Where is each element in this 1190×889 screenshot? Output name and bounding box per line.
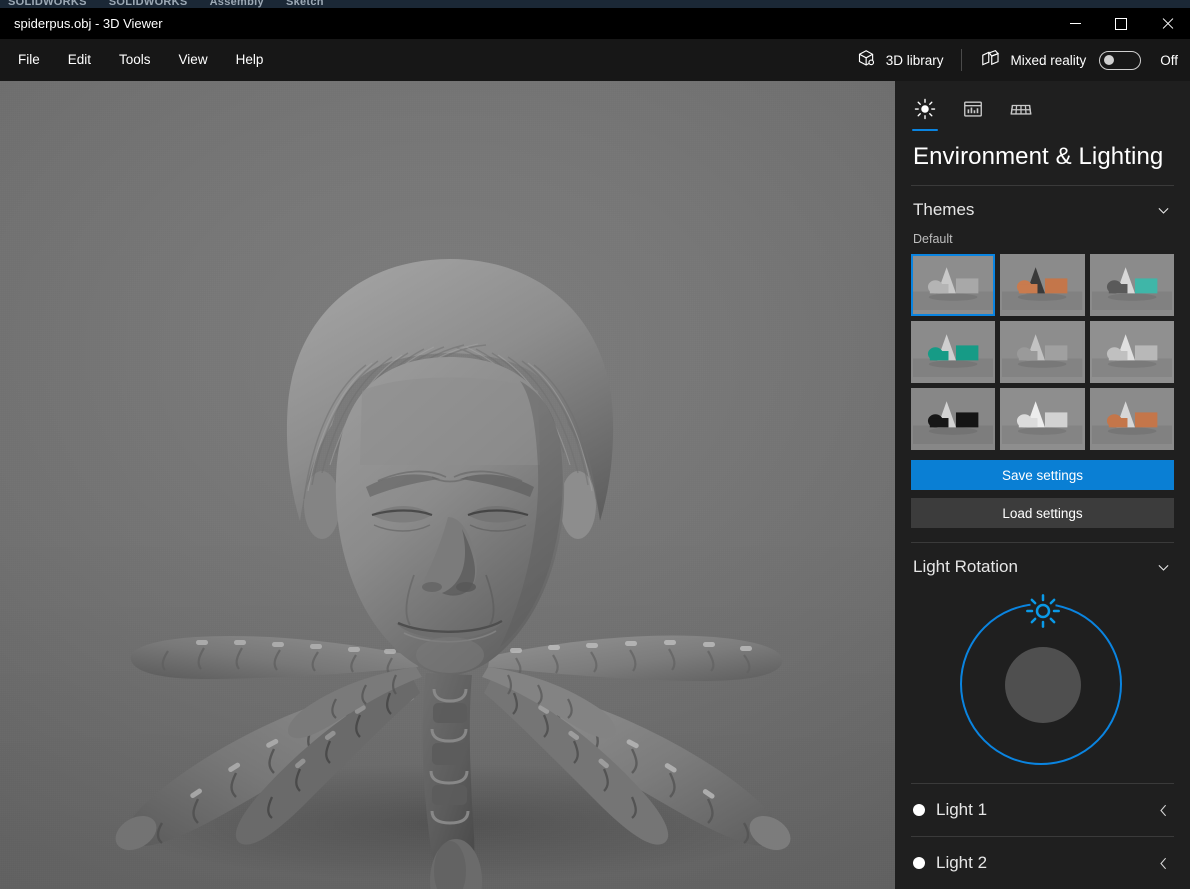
load-settings-button[interactable]: Load settings: [911, 498, 1174, 528]
settings-buttons: Save settings Load settings: [895, 450, 1190, 528]
theme-thumbnail[interactable]: [1089, 254, 1174, 316]
tab-grid-floor[interactable]: [999, 97, 1043, 131]
tab-active-indicator: [912, 129, 938, 131]
chevron-down-icon[interactable]: [1155, 559, 1172, 576]
light-rotation-dial[interactable]: [958, 594, 1128, 767]
chevron-left-icon[interactable]: [1155, 855, 1172, 872]
light-name: Light 1: [936, 800, 988, 819]
light-rotation-section-header[interactable]: Light Rotation: [895, 543, 1190, 587]
command-bar-right: 3D library Mixed reality Off: [844, 39, 1190, 81]
themes-section-header[interactable]: Themes: [895, 186, 1190, 230]
light-row-left: Light 1: [913, 800, 987, 820]
background-window-ribbon-tabs: SOLIDWORKS SOLIDWORKS Assembly Sketch: [8, 0, 324, 8]
minimize-button[interactable]: [1052, 8, 1098, 39]
chart-panel-icon: [962, 97, 984, 121]
mixed-reality-toggle[interactable]: [1099, 50, 1142, 70]
title-bar[interactable]: spiderpus.obj - 3D Viewer: [0, 8, 1190, 39]
close-button[interactable]: [1144, 8, 1190, 39]
sun-icon: [914, 97, 936, 121]
menu-items: File Edit Tools View Help: [0, 39, 277, 81]
cube-3d-icon: [856, 48, 877, 72]
mixed-reality-control[interactable]: Mixed reality Off: [968, 39, 1190, 81]
theme-thumbnail[interactable]: [911, 254, 996, 316]
close-icon: [1162, 18, 1173, 29]
maximize-icon: [1115, 17, 1127, 30]
chevron-left-icon[interactable]: [1155, 802, 1172, 819]
tab-indicator: [1008, 129, 1034, 131]
theme-thumbnail[interactable]: [1000, 321, 1085, 383]
light-row-left: Light 2: [913, 853, 987, 873]
menu-bar: File Edit Tools View Help 3D library Mix…: [0, 39, 1190, 81]
3d-model-spiderpus[interactable]: [0, 81, 895, 889]
light-rotation-heading: Light Rotation: [913, 557, 1018, 576]
theme-thumbnail[interactable]: [1000, 254, 1085, 316]
panel-tab-strip: [895, 81, 1190, 131]
grid-icon: [1010, 97, 1032, 121]
3d-viewport[interactable]: [0, 81, 895, 889]
menu-help[interactable]: Help: [222, 39, 278, 81]
rotation-core: [1004, 647, 1081, 723]
light-row-2[interactable]: Light 2: [895, 837, 1190, 889]
chevron-down-icon[interactable]: [1155, 202, 1172, 219]
light-name: Light 2: [936, 853, 988, 872]
command-separator: [961, 49, 963, 71]
3d-library-button[interactable]: 3D library: [844, 39, 956, 81]
themes-heading: Themes: [913, 200, 975, 219]
menu-view[interactable]: View: [165, 39, 222, 81]
toggle-knob: [1104, 55, 1115, 65]
save-settings-button[interactable]: Save settings: [911, 460, 1174, 490]
menu-file[interactable]: File: [4, 39, 54, 81]
mixed-reality-label: Mixed reality: [1010, 52, 1087, 68]
tab-environment-lighting[interactable]: [903, 97, 947, 131]
theme-thumbnail[interactable]: [1089, 388, 1174, 450]
theme-thumbnail[interactable]: [911, 388, 996, 450]
light-dot-icon: [913, 857, 925, 869]
light-row-1[interactable]: Light 1: [895, 784, 1190, 836]
mixed-reality-icon: [980, 48, 1001, 72]
light-rotation-dial-wrap: [895, 587, 1190, 783]
theme-thumbnail[interactable]: [1089, 321, 1174, 383]
sun-icon[interactable]: [1023, 591, 1063, 631]
theme-thumbnail[interactable]: [911, 321, 996, 383]
environment-lighting-panel: Environment & Lighting Themes Default Sa…: [895, 81, 1190, 889]
light-dot-icon: [913, 804, 925, 816]
3d-library-label: 3D library: [885, 52, 944, 68]
theme-thumbnail[interactable]: [1000, 388, 1085, 450]
app-window: SOLIDWORKS SOLIDWORKS Assembly Sketch spide…: [0, 0, 1190, 889]
menu-edit[interactable]: Edit: [54, 39, 105, 81]
maximize-button[interactable]: [1098, 8, 1144, 39]
head-group: [286, 259, 614, 675]
tab-indicator: [960, 129, 986, 131]
window-controls: [1052, 8, 1190, 39]
minimize-icon: [1069, 23, 1081, 24]
page-title: Environment & Lighting: [913, 143, 1164, 170]
menu-tools[interactable]: Tools: [105, 39, 165, 81]
window-title: spiderpus.obj - 3D Viewer: [14, 16, 163, 31]
mixed-reality-state: Off: [1160, 52, 1178, 68]
tab-statistics[interactable]: [951, 97, 995, 131]
theme-thumbnail-grid: [895, 254, 1190, 450]
themes-group-label: Default: [913, 232, 953, 246]
